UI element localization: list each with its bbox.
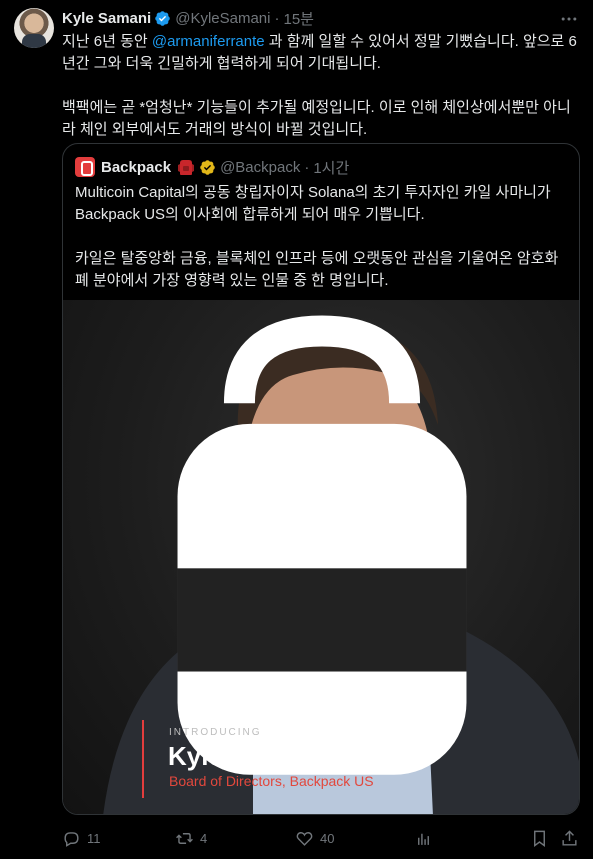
retweet-count: 4 — [200, 830, 208, 846]
tweet: Kyle Samani @KyleSamani · 15분 지난 6년 동안 @… — [0, 0, 593, 859]
more-icon[interactable] — [559, 9, 579, 29]
bookmark-button[interactable] — [530, 828, 555, 848]
verified-badge-icon — [155, 10, 170, 26]
share-icon — [562, 829, 577, 846]
intro-role: Board of Directors, Backpack US — [169, 773, 374, 789]
gold-verified-icon — [200, 159, 215, 175]
quote-paragraph-1: Multicoin Capital의 공동 창립자이자 Solana의 초기 투… — [75, 184, 551, 223]
quote-header: Backpack @Backpack · 1시간 — [75, 157, 349, 177]
tweet-text: 지난 6년 동안 @armaniferrante 과 함께 일할 수 있어서 정… — [62, 31, 582, 141]
tweet-paragraph-2: 백팩에는 곧 *엄청난* 기능들이 추가될 예정입니다. 이로 인해 체인상에서… — [62, 99, 571, 138]
quoted-tweet[interactable]: Backpack @Backpack · 1시간 Multicoin Capit… — [62, 143, 580, 815]
mention-link[interactable]: @armaniferrante — [152, 33, 265, 50]
quote-text: Multicoin Capital의 공동 창립자이자 Solana의 초기 투… — [75, 182, 570, 292]
quote-author-handle[interactable]: @Backpack — [220, 159, 300, 176]
reply-button[interactable]: 11 — [62, 828, 101, 848]
reply-count: 11 — [87, 830, 101, 846]
views-icon — [418, 833, 429, 845]
red-divider — [142, 720, 144, 798]
retweet-icon — [176, 832, 193, 844]
quote-time[interactable]: 1시간 — [313, 157, 349, 178]
backpack-logo-icon — [177, 315, 467, 775]
quote-image[interactable]: INTRODUCING Kyle Samani Board of Directo… — [63, 300, 579, 814]
tweet-paragraph-1: 지난 6년 동안 @armaniferrante 과 함께 일할 수 있어서 정… — [62, 31, 582, 75]
bookmark-icon — [534, 830, 545, 847]
intro-label: INTRODUCING — [169, 727, 262, 738]
retweet-button[interactable]: 4 — [175, 828, 207, 848]
quote-paragraph-2: 카일은 탈중앙화 금융, 블록체인 인프라 등에 오랫동안 관심을 기울여온 암… — [75, 250, 559, 289]
tweet-time[interactable]: 15분 — [284, 8, 315, 29]
views-button[interactable] — [414, 828, 439, 848]
share-button[interactable] — [560, 828, 585, 848]
separator-dot: · — [274, 9, 280, 27]
tweet-header: Kyle Samani @KyleSamani · 15분 — [62, 8, 314, 28]
reply-icon — [64, 831, 79, 847]
like-count: 40 — [320, 830, 335, 846]
author-handle[interactable]: @KyleSamani — [175, 10, 270, 27]
intro-name: Kyle Samani — [168, 741, 323, 771]
tweet-text-part1: 지난 6년 동안 — [62, 33, 152, 50]
quote-author-avatar[interactable] — [75, 157, 95, 177]
like-button[interactable]: 40 — [295, 828, 334, 848]
quote-author-name[interactable]: Backpack — [101, 159, 171, 176]
quote-separator-dot: · — [304, 158, 310, 176]
backpack-bag-icon — [178, 160, 195, 175]
author-name[interactable]: Kyle Samani — [62, 10, 151, 27]
action-bar: 11 4 40 — [62, 828, 580, 848]
like-icon — [296, 831, 313, 846]
author-avatar[interactable] — [14, 8, 54, 48]
